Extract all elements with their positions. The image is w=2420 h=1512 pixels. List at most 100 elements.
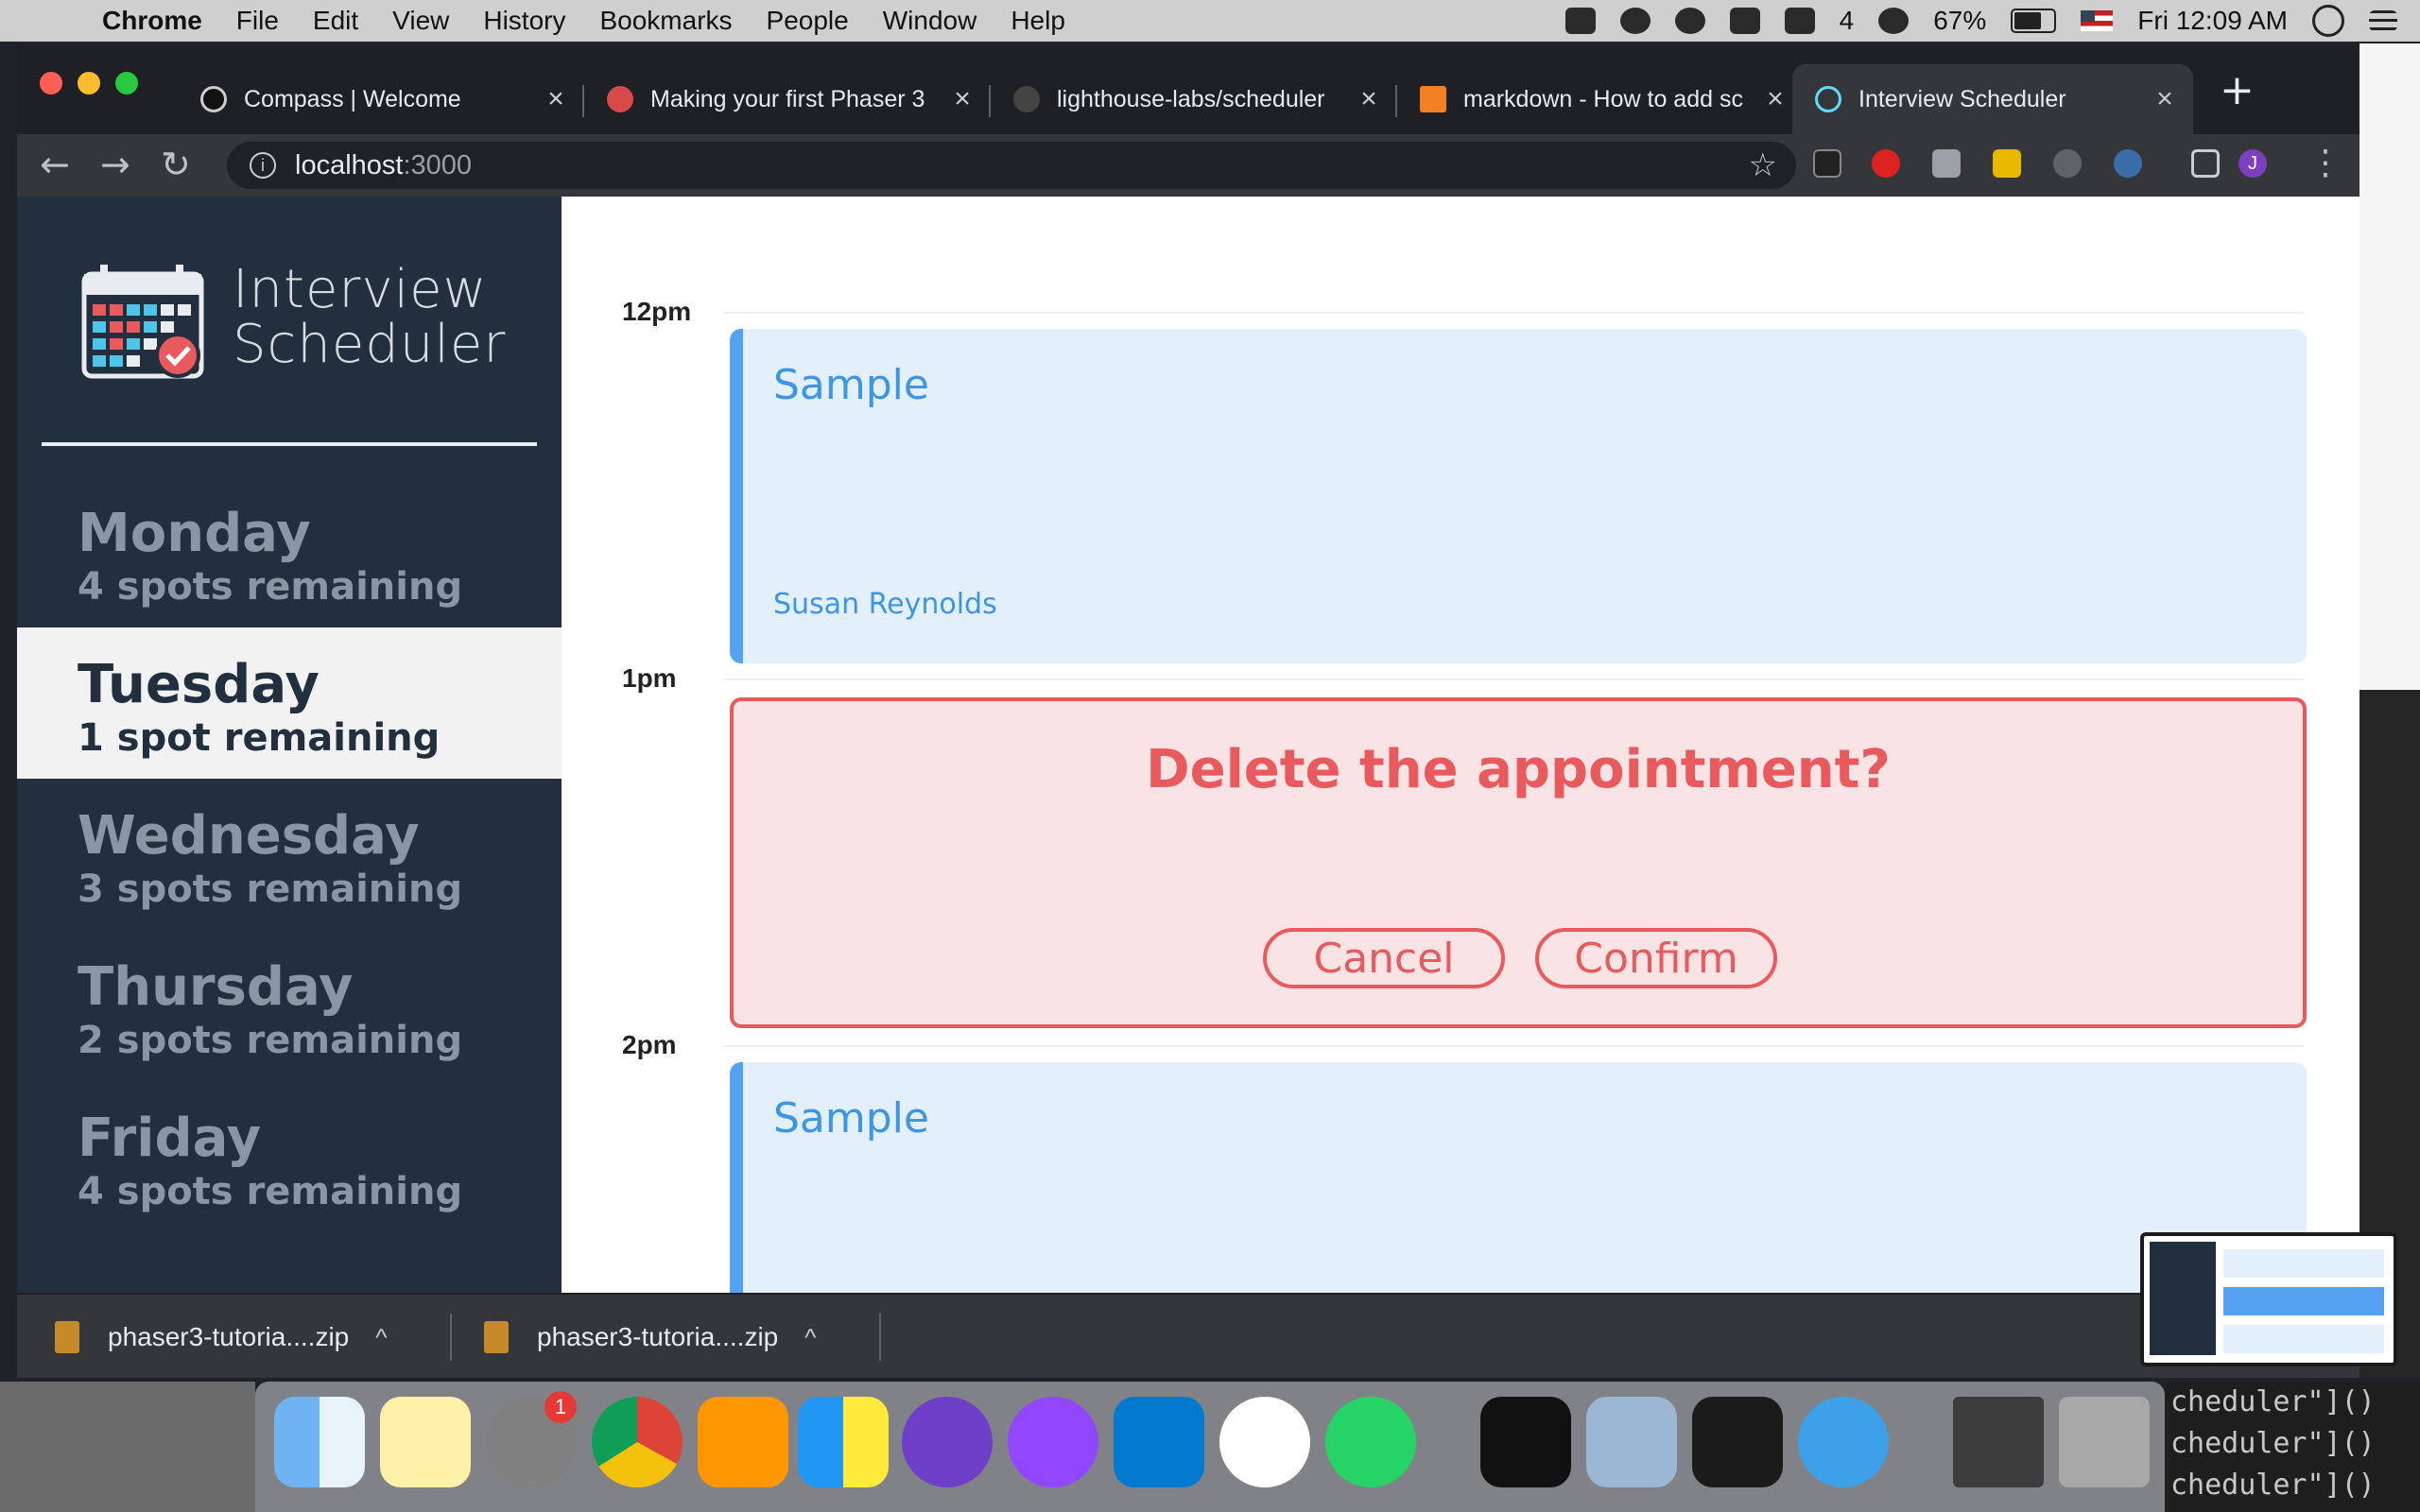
day-name: Monday	[78, 503, 311, 564]
chevron-up-icon[interactable]: ^	[804, 1323, 816, 1352]
github-icon	[1013, 86, 1040, 112]
download-item[interactable]: phaser3-tutoria....zip ^	[55, 1295, 387, 1378]
elephant-icon[interactable]	[1564, 8, 1596, 34]
chevron-up-icon[interactable]: ^	[375, 1323, 387, 1352]
screenshot-thumbnail[interactable]	[2140, 1232, 2397, 1366]
maximize-window-icon[interactable]	[115, 72, 138, 94]
reload-button[interactable]: ↻	[161, 144, 191, 185]
cast-icon[interactable]	[2191, 149, 2220, 178]
timer-extension-icon[interactable]	[2053, 149, 2082, 178]
vimeo-extension-icon[interactable]	[1813, 149, 1841, 178]
battery-icon[interactable]	[2011, 9, 2057, 33]
text-tool-icon[interactable]	[1729, 8, 1760, 34]
tab-interview-scheduler[interactable]: Interview Scheduler ×	[1792, 64, 2193, 134]
interviewer-name: Susan Reynolds	[773, 588, 997, 621]
site-info-icon[interactable]: i	[250, 152, 276, 179]
day-item-monday[interactable]: Monday 4 spots remaining	[17, 476, 562, 627]
day-spots: 4 spots remaining	[78, 565, 463, 609]
notification-icon[interactable]	[1784, 8, 1815, 34]
vscode-icon[interactable]	[1114, 1397, 1204, 1487]
time-label-12pm: 12pm	[622, 297, 692, 326]
whatsapp-icon[interactable]	[1325, 1397, 1416, 1487]
tab-compass[interactable]: Compass | Welcome ×	[178, 64, 584, 134]
menu-history[interactable]: History	[483, 6, 565, 36]
confirm-button[interactable]: Confirm	[1535, 928, 1777, 988]
zip-file-icon	[55, 1321, 79, 1353]
close-tab-icon[interactable]: ×	[2148, 83, 2182, 115]
appointment-card[interactable]: Sample	[730, 1062, 2307, 1293]
day-item-friday[interactable]: Friday 4 spots remaining	[17, 1081, 562, 1232]
slack-icon[interactable]	[1219, 1397, 1310, 1487]
tab-stackoverflow[interactable]: markdown - How to add sc ×	[1397, 64, 1804, 134]
spotlight-search-icon[interactable]	[2312, 5, 2344, 37]
wifi-icon[interactable]	[1878, 8, 1910, 34]
save-extension-icon[interactable]	[1993, 149, 2021, 178]
activity-monitor-icon[interactable]	[1692, 1397, 1783, 1487]
logo-line-1: Interview	[233, 259, 488, 320]
profile-avatar[interactable]: J	[2238, 149, 2267, 178]
code-line: cheduler"]()	[2170, 1427, 2376, 1460]
confirm-message: Delete the appointment?	[1146, 739, 1891, 800]
circle-extension-icon[interactable]	[2114, 149, 2142, 178]
menu-help[interactable]: Help	[1011, 6, 1065, 36]
day-item-tuesday[interactable]: Tuesday 1 spot remaining	[17, 627, 562, 779]
tab-phaser[interactable]: Making your first Phaser 3 ×	[584, 64, 991, 134]
tab-strip: Compass | Welcome × Making your first Ph…	[17, 43, 2360, 134]
back-button[interactable]: ←	[40, 144, 70, 185]
close-tab-icon[interactable]: ×	[539, 83, 573, 115]
url-host: localhost	[295, 149, 404, 180]
day-item-thursday[interactable]: Thursday 2 spots remaining	[17, 930, 562, 1081]
day-spots: 2 spots remaining	[78, 1019, 463, 1062]
menu-view[interactable]: View	[392, 6, 449, 36]
forward-button[interactable]: →	[100, 144, 130, 185]
menu-app-name[interactable]: Chrome	[102, 6, 202, 36]
cancel-button[interactable]: Cancel	[1263, 928, 1505, 988]
cloud-upload-icon[interactable]	[1674, 8, 1705, 34]
notes-icon[interactable]	[380, 1397, 471, 1487]
tiles-icon[interactable]	[798, 1397, 889, 1487]
compass-icon	[200, 86, 227, 112]
menu-bookmarks[interactable]: Bookmarks	[599, 6, 732, 36]
tableplus-icon[interactable]	[1798, 1397, 1889, 1487]
menu-people[interactable]: People	[767, 6, 849, 36]
sublime-text-icon[interactable]	[698, 1397, 788, 1487]
day-item-wednesday[interactable]: Wednesday 3 spots remaining	[17, 779, 562, 930]
menu-window[interactable]: Window	[883, 6, 977, 36]
appointment-card[interactable]: Sample Susan Reynolds	[730, 329, 2307, 663]
battery-percent: 67%	[1933, 6, 1987, 35]
trash-icon[interactable]	[2059, 1397, 2150, 1487]
preview-icon[interactable]	[1586, 1397, 1677, 1487]
close-tab-icon[interactable]: ×	[1758, 83, 1792, 115]
twitch-icon[interactable]	[1008, 1397, 1098, 1487]
terminal-icon[interactable]	[1480, 1397, 1571, 1487]
target-icon[interactable]	[1619, 8, 1651, 34]
new-tab-button[interactable]: +	[2220, 70, 2255, 112]
adblock-extension-icon[interactable]	[1872, 149, 1900, 178]
tab-github-scheduler[interactable]: lighthouse-labs/scheduler ×	[991, 64, 1397, 134]
minimize-window-icon[interactable]	[78, 72, 100, 94]
menu-file[interactable]: File	[236, 6, 279, 36]
notification-center-icon[interactable]	[2369, 10, 2397, 31]
close-tab-icon[interactable]: ×	[1352, 83, 1386, 115]
background-code-editor: cheduler"]() cheduler"]() cheduler"]()	[2165, 1382, 2420, 1512]
url-port: :3000	[403, 149, 473, 180]
close-window-icon[interactable]	[40, 72, 62, 94]
download-extension-icon[interactable]	[1932, 149, 1961, 178]
notification-count: 4	[1839, 6, 1855, 35]
chrome-icon[interactable]	[592, 1397, 683, 1487]
calendar-logo-icon	[81, 265, 204, 379]
finder-icon[interactable]	[274, 1397, 365, 1487]
chrome-minimized-icon[interactable]	[1953, 1397, 2044, 1487]
tab-title: Interview Scheduler	[1858, 85, 2066, 112]
clock[interactable]: Fri 12:09 AM	[2137, 6, 2288, 36]
close-tab-icon[interactable]: ×	[945, 83, 979, 115]
github-desktop-icon[interactable]	[902, 1397, 993, 1487]
menu-edit[interactable]: Edit	[313, 6, 358, 36]
input-source-flag-icon[interactable]	[2081, 10, 2114, 31]
code-line: cheduler"]()	[2170, 1385, 2376, 1418]
bookmark-star-icon[interactable]: ☆	[1749, 146, 1777, 184]
address-bar[interactable]: i localhost:3000 ☆	[227, 142, 1796, 189]
download-item[interactable]: phaser3-tutoria....zip ^	[484, 1295, 816, 1378]
tab-title: Compass | Welcome	[244, 85, 461, 112]
chrome-menu-icon[interactable]: ⋮	[2308, 144, 2342, 182]
